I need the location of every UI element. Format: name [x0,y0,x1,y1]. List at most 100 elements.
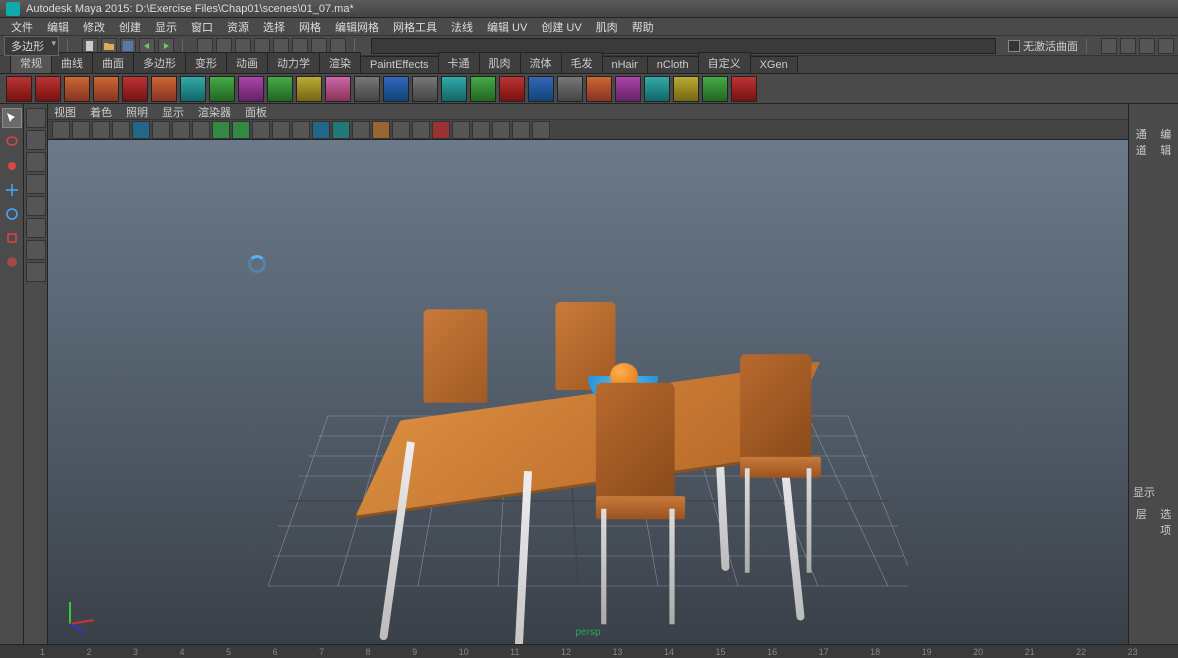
smooth-shade-icon[interactable] [232,121,250,139]
menu-edituv[interactable]: 编辑 UV [487,19,527,35]
shelf-btn-16[interactable] [441,76,467,102]
shelf-btn-9[interactable] [238,76,264,102]
rotate-tool-icon[interactable] [2,204,22,224]
tab-dynamics[interactable]: 动力学 [267,52,320,73]
tab-channels[interactable]: 通道 [1131,126,1152,158]
shelf-btn-15[interactable] [412,76,438,102]
shelf-btn-17[interactable] [470,76,496,102]
panel-menu-show[interactable]: 显示 [162,104,184,120]
ipr-render-icon[interactable] [1139,38,1155,54]
vp-misc3-icon[interactable] [532,121,550,139]
select-tool-icon[interactable] [2,108,22,128]
shelf-btn-22[interactable] [615,76,641,102]
scale-tool-icon[interactable] [2,228,22,248]
tab-fluids[interactable]: 流体 [520,52,562,73]
hq-render-icon[interactable] [372,121,390,139]
layout-single-icon[interactable] [26,108,46,128]
bookmark-icon[interactable] [92,121,110,139]
shelf-btn-12[interactable] [325,76,351,102]
menu-createuv[interactable]: 创建 UV [541,19,581,35]
tab-options[interactable]: 选项 [1156,506,1177,538]
shelf-btn-4[interactable] [93,76,119,102]
panel-menu-renderer[interactable]: 渲染器 [198,104,231,120]
layout-uv-icon[interactable] [26,218,46,238]
menu-normals[interactable]: 法线 [451,19,473,35]
grid-toggle-icon[interactable] [132,121,150,139]
film-gate-icon[interactable] [152,121,170,139]
paint-select-tool-icon[interactable] [2,156,22,176]
move-tool-icon[interactable] [2,180,22,200]
tab-muscle[interactable]: 肌肉 [479,52,521,73]
tab-fur[interactable]: 毛发 [561,52,603,73]
shelf-btn-14[interactable] [383,76,409,102]
gate-mask-icon[interactable] [192,121,210,139]
menu-display[interactable]: 显示 [155,19,177,35]
menu-muscle[interactable]: 肌肉 [596,19,618,35]
shelf-btn-18[interactable] [499,76,525,102]
menu-meshtools[interactable]: 网格工具 [393,19,437,35]
tab-custom[interactable]: 自定义 [698,52,751,73]
render-settings-icon[interactable] [1158,38,1174,54]
resolution-gate-icon[interactable] [172,121,190,139]
menu-help[interactable]: 帮助 [632,19,654,35]
menu-select[interactable]: 选择 [263,19,285,35]
panel-menu-lighting[interactable]: 照明 [126,104,148,120]
lasso-tool-icon[interactable] [2,132,22,152]
tab-edit[interactable]: 编辑 [1156,126,1177,158]
render-icon[interactable] [1120,38,1136,54]
shelf-btn-10[interactable] [267,76,293,102]
menu-edit[interactable]: 编辑 [47,19,69,35]
display-header[interactable]: 显示 [1129,480,1178,504]
panel-menu-shading[interactable]: 着色 [90,104,112,120]
textured-icon[interactable] [252,121,270,139]
shelf-btn-6[interactable] [151,76,177,102]
wireframe-icon[interactable] [212,121,230,139]
shelf-btn-2[interactable] [35,76,61,102]
layout-persp-graph-icon[interactable] [26,174,46,194]
layout-four-icon[interactable] [26,130,46,150]
panel-menu-panels[interactable]: 面板 [245,104,267,120]
menu-window[interactable]: 窗口 [191,19,213,35]
shelf-btn-3[interactable] [64,76,90,102]
tab-deform[interactable]: 变形 [185,52,227,73]
xray-joints-icon[interactable] [352,121,370,139]
vp-misc2-icon[interactable] [512,121,530,139]
gamma-icon[interactable] [452,121,470,139]
tab-polygons[interactable]: 多边形 [133,52,186,73]
tab-nhair[interactable]: nHair [602,56,648,73]
shelf-btn-11[interactable] [296,76,322,102]
shelf-btn-13[interactable] [354,76,380,102]
shelf-btn-5[interactable] [122,76,148,102]
last-tool-icon[interactable] [2,276,22,296]
live-surface-checkbox[interactable]: 无激活曲面 [1008,38,1078,54]
tab-toon[interactable]: 卡通 [438,52,480,73]
tab-xgen[interactable]: XGen [750,56,798,73]
ao-icon[interactable] [392,121,410,139]
shadows-icon[interactable] [292,121,310,139]
vp-settings-icon[interactable] [472,121,490,139]
workspace-dropdown[interactable]: 多边形 [4,36,59,56]
tab-painteffects[interactable]: PaintEffects [360,56,439,73]
layout-outliner-icon[interactable] [26,152,46,172]
tab-rendering[interactable]: 渲染 [319,52,361,73]
menu-create[interactable]: 创建 [119,19,141,35]
exposure-icon[interactable] [432,121,450,139]
shelf-btn-26[interactable] [731,76,757,102]
layout-hypershade-icon[interactable] [26,196,46,216]
layout-custom-icon[interactable] [26,262,46,282]
motion-blur-icon[interactable] [412,121,430,139]
shelf-btn-23[interactable] [644,76,670,102]
construction-history-icon[interactable] [1101,38,1117,54]
menu-assets[interactable]: 资源 [227,19,249,35]
use-lights-icon[interactable] [272,121,290,139]
xray-icon[interactable] [332,121,350,139]
time-slider[interactable]: 1 2 3 4 5 6 7 8 9 10 11 12 13 14 15 16 1… [0,644,1178,658]
viewport-3d[interactable]: persp [48,140,1128,644]
lock-camera-icon[interactable] [72,121,90,139]
vp-misc1-icon[interactable] [492,121,510,139]
menu-file[interactable]: 文件 [11,19,33,35]
isolate-icon[interactable] [312,121,330,139]
shelf-btn-20[interactable] [557,76,583,102]
select-camera-icon[interactable] [52,121,70,139]
shelf-btn-25[interactable] [702,76,728,102]
